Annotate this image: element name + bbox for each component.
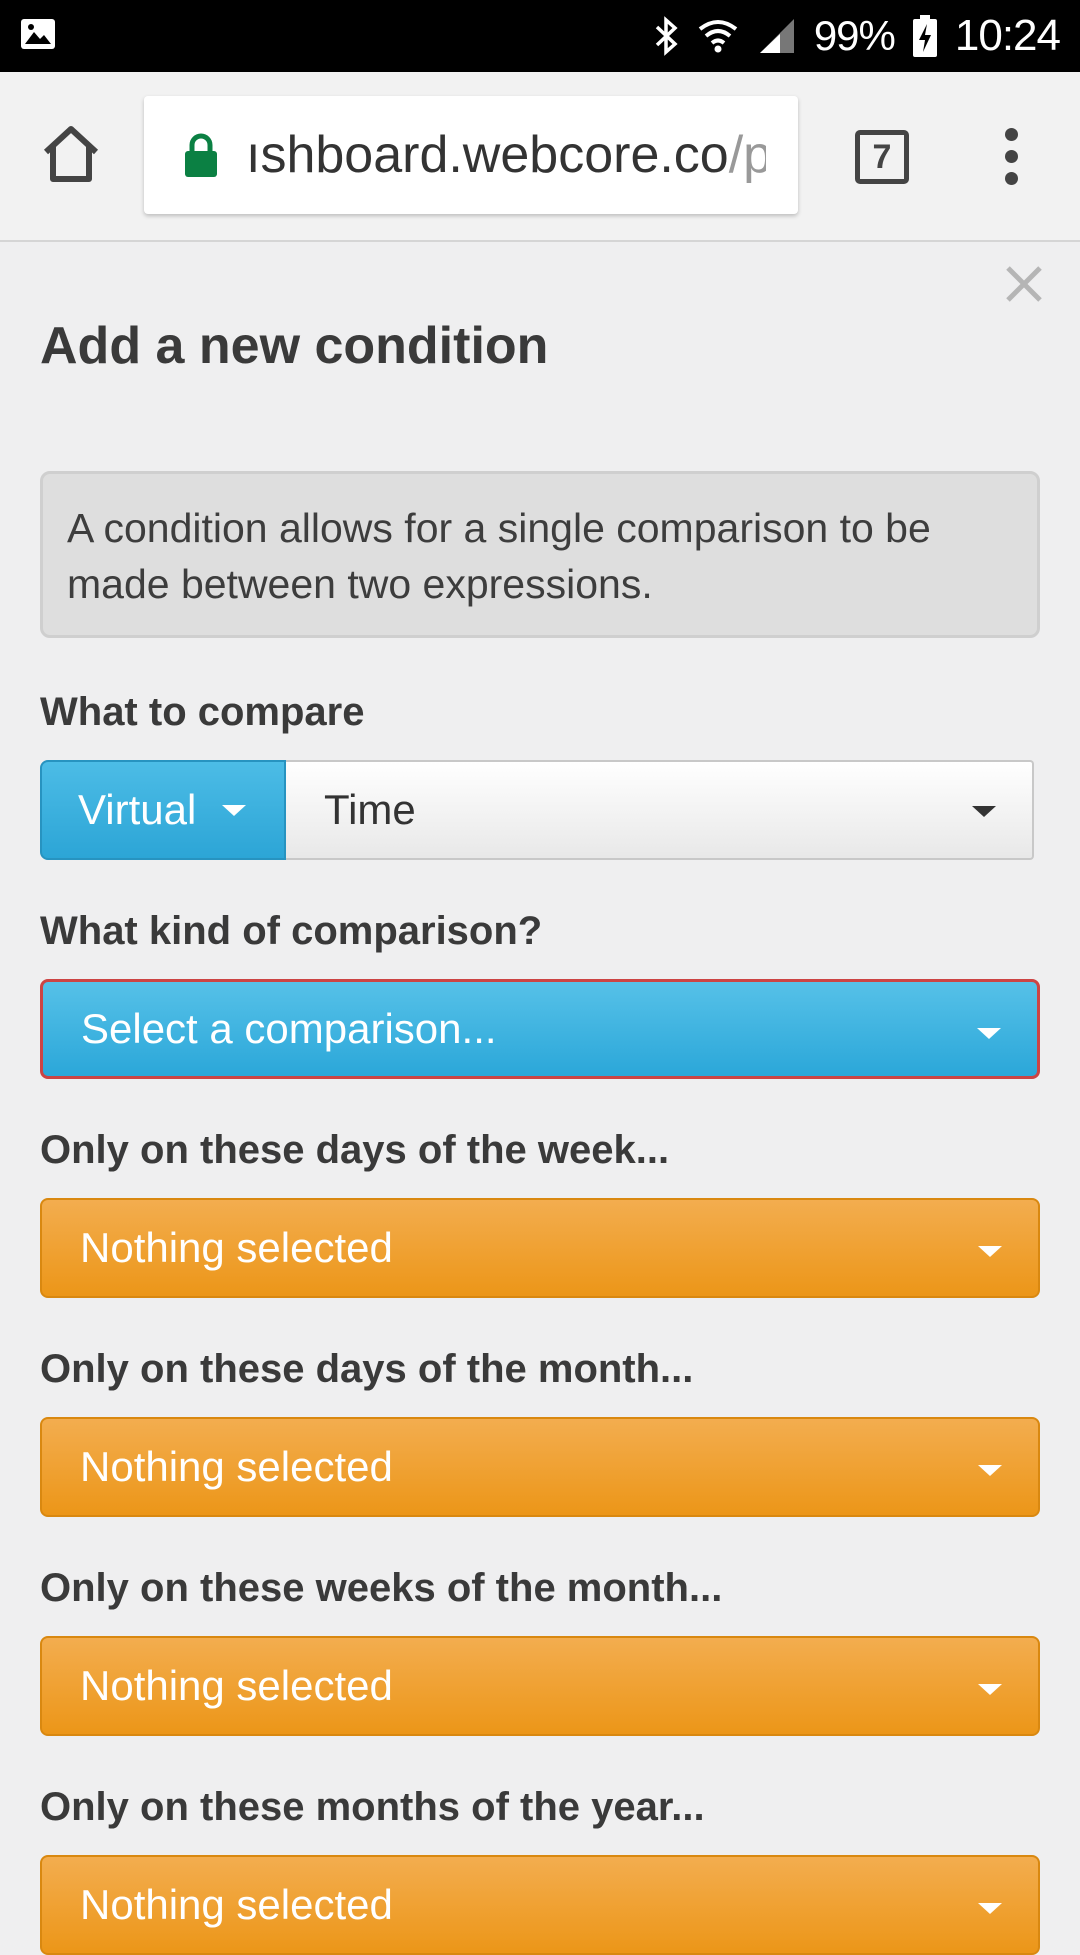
- battery-percent: 99%: [813, 12, 896, 59]
- chevron-down-icon: [977, 1028, 1001, 1039]
- weeks-of-month-label: Only on these weeks of the month...: [40, 1566, 723, 1610]
- chevron-down-icon: [222, 804, 247, 816]
- days-of-week-label: Only on these days of the week...: [40, 1128, 670, 1172]
- comparison-placeholder: Select a comparison...: [81, 1005, 497, 1052]
- operand-select[interactable]: Time: [286, 760, 1034, 860]
- days-of-week-value: Nothing selected: [80, 1224, 393, 1271]
- operand-value: Time: [324, 786, 416, 833]
- months-of-year-label: Only on these months of the year...: [40, 1785, 705, 1829]
- home-icon[interactable]: [40, 124, 102, 184]
- image-icon: [20, 18, 56, 55]
- more-menu-icon[interactable]: [1000, 128, 1022, 188]
- compare-label: What to compare: [40, 690, 365, 734]
- url-bar[interactable]: ıshboard.webcore.co/p: [144, 96, 798, 214]
- lock-icon: [185, 133, 217, 177]
- close-icon[interactable]: [1002, 262, 1046, 306]
- comparison-select[interactable]: Select a comparison...: [40, 979, 1040, 1079]
- comparison-label: What kind of comparison?: [40, 909, 543, 953]
- weeks-of-month-select[interactable]: Nothing selected: [40, 1636, 1040, 1736]
- battery-charging-icon: [912, 15, 937, 57]
- info-box: A condition allows for a single comparis…: [40, 471, 1040, 638]
- operand-type-button[interactable]: Virtual: [40, 760, 286, 860]
- chevron-down-icon: [978, 1903, 1002, 1914]
- wifi-icon: [698, 17, 738, 55]
- chevron-down-icon: [978, 1246, 1002, 1257]
- clock: 10:24: [954, 11, 1061, 60]
- url-text: ıshboard.webcore.co/p: [246, 126, 766, 184]
- weeks-of-month-value: Nothing selected: [80, 1662, 393, 1709]
- months-of-year-value: Nothing selected: [80, 1881, 393, 1928]
- status-bar: 99% 10:24: [0, 0, 1080, 72]
- chevron-down-icon: [978, 1465, 1002, 1476]
- chevron-down-icon: [972, 806, 996, 817]
- dialog-title: Add a new condition: [40, 317, 549, 375]
- chevron-down-icon: [978, 1684, 1002, 1695]
- months-of-year-select[interactable]: Nothing selected: [40, 1855, 1040, 1955]
- days-of-month-select[interactable]: Nothing selected: [40, 1417, 1040, 1517]
- signal-icon: [756, 17, 796, 55]
- days-of-month-label: Only on these days of the month...: [40, 1347, 694, 1391]
- operand-type-label: Virtual: [78, 786, 197, 833]
- days-of-week-select[interactable]: Nothing selected: [40, 1198, 1040, 1298]
- days-of-month-value: Nothing selected: [80, 1443, 393, 1490]
- browser-toolbar: ıshboard.webcore.co/p 7: [0, 72, 1080, 242]
- tab-switcher-button[interactable]: 7: [855, 130, 909, 184]
- bluetooth-icon: [654, 16, 680, 56]
